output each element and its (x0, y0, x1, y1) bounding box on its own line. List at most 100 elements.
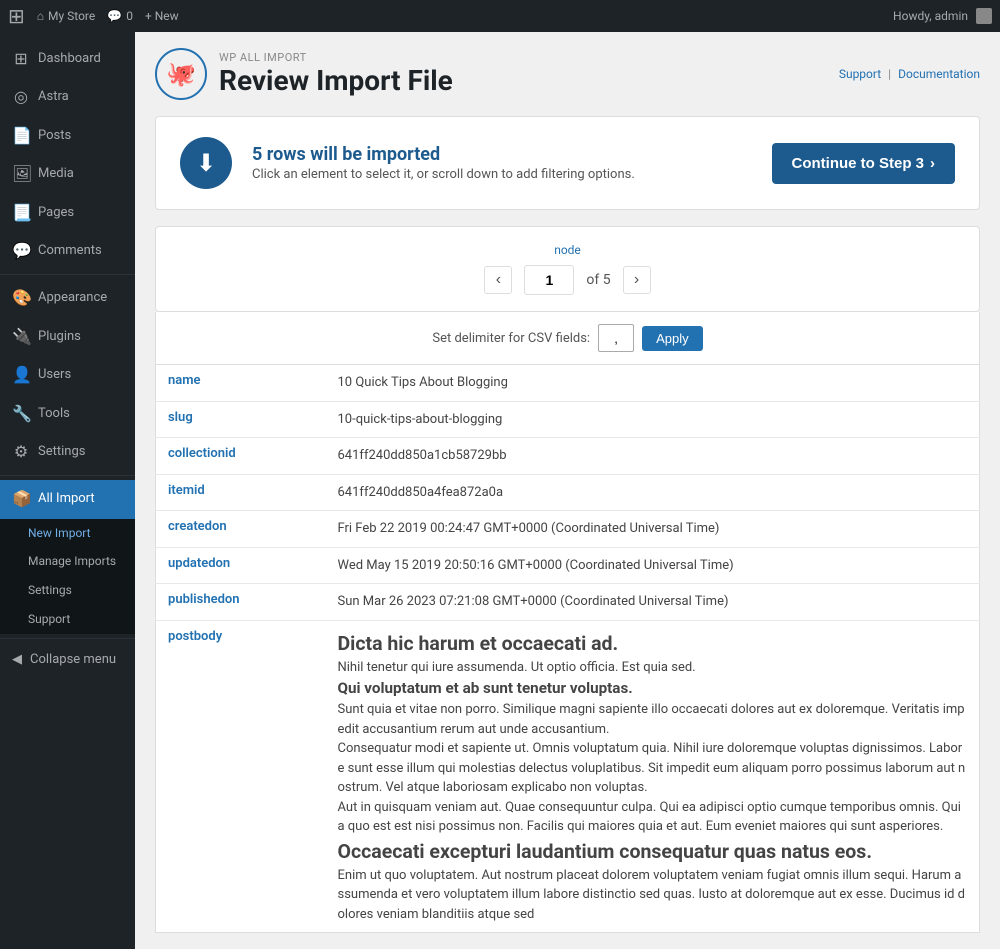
node-navigator: node ‹ of 5 › (155, 226, 980, 312)
media-icon: 🖼 (12, 163, 30, 185)
table-row: name 10 Quick Tips About Blogging (156, 365, 980, 401)
documentation-link[interactable]: Documentation (898, 67, 980, 81)
sidebar-item-comments[interactable]: 💬 Comments (0, 232, 135, 270)
field-value: Wed May 15 2019 20:50:16 GMT+0000 (Coord… (326, 547, 980, 584)
node-label: node (172, 243, 963, 257)
new-import-label: New Import (28, 525, 91, 542)
field-value: 10-quick-tips-about-blogging (326, 401, 980, 438)
comments-link[interactable]: 💬 0 (107, 9, 133, 23)
collapse-icon: ◀ (12, 651, 22, 669)
sidebar-item-label: Posts (38, 127, 71, 145)
link-separator: | (888, 67, 891, 81)
field-name[interactable]: publishedon (156, 584, 326, 621)
sidebar-item-dashboard[interactable]: ⊞ Dashboard (0, 40, 135, 78)
table-row: collectionid 641ff240dd850a1cb58729bb (156, 438, 980, 475)
delimiter-label: Set delimiter for CSV fields: (432, 331, 590, 346)
menu-separator (0, 274, 135, 275)
sidebar-item-tools[interactable]: 🔧 Tools (0, 395, 135, 433)
support-link[interactable]: Support (839, 67, 881, 81)
sidebar-item-label: All Import (38, 490, 95, 508)
sidebar-item-appearance[interactable]: 🎨 Appearance (0, 279, 135, 317)
sidebar-item-new-import[interactable]: New Import (0, 519, 135, 548)
sidebar-item-posts[interactable]: 📄 Posts (0, 117, 135, 155)
table-row: slug 10-quick-tips-about-blogging (156, 401, 980, 438)
sidebar-item-settings[interactable]: ⚙ Settings (0, 433, 135, 471)
sidebar-item-support[interactable]: Support (0, 605, 135, 634)
info-text: 5 rows will be imported Click an element… (252, 144, 752, 182)
plugin-name: Review Import File (219, 64, 453, 98)
data-table: name 10 Quick Tips About Blogging slug 1… (155, 365, 980, 933)
all-import-icon: 📦 (12, 488, 30, 510)
field-name[interactable]: createdon (156, 511, 326, 548)
import-icon-circle: ⬇ (180, 137, 232, 189)
plugin-title-area: 🐙 WP ALL IMPORT Review Import File (155, 48, 453, 100)
continue-label: Continue to Step 3 (792, 155, 925, 172)
next-arrow-icon: › (634, 271, 639, 289)
table-row: createdon Fri Feb 22 2019 00:24:47 GMT+0… (156, 511, 980, 548)
prev-node-button[interactable]: ‹ (484, 266, 512, 294)
collapse-menu-button[interactable]: ◀ Collapse menu (0, 643, 135, 677)
admin-bar: ⊞ ⌂ My Store 💬 0 + New Howdy, admin (0, 0, 1000, 32)
sidebar-item-label: Pages (38, 204, 74, 222)
sidebar-item-manage-imports[interactable]: Manage Imports (0, 547, 135, 576)
field-name[interactable]: postbody (156, 620, 326, 933)
sidebar-item-plugins[interactable]: 🔌 Plugins (0, 318, 135, 356)
info-banner: ⬇ 5 rows will be imported Click an eleme… (155, 116, 980, 210)
field-value: Sun Mar 26 2023 07:21:08 GMT+0000 (Coord… (326, 584, 980, 621)
import-settings-label: Settings (28, 582, 72, 599)
admin-avatar[interactable] (976, 8, 992, 24)
continue-arrow-icon: › (930, 155, 935, 172)
posts-icon: 📄 (12, 125, 30, 147)
node-controls: ‹ of 5 › (172, 265, 963, 295)
manage-imports-label: Manage Imports (28, 553, 116, 570)
field-value: 641ff240dd850a4fea872a0a (326, 474, 980, 511)
settings-icon: ⚙ (12, 441, 30, 463)
sidebar-item-label: Comments (38, 242, 102, 260)
plugins-icon: 🔌 (12, 326, 30, 348)
apply-delimiter-button[interactable]: Apply (642, 326, 703, 351)
download-icon: ⬇ (196, 149, 216, 177)
field-value: Fri Feb 22 2019 00:24:47 GMT+0000 (Coord… (326, 511, 980, 548)
octopus-icon: 🐙 (166, 60, 196, 88)
sidebar-item-label: Settings (38, 443, 85, 461)
field-value: 10 Quick Tips About Blogging (326, 365, 980, 401)
continue-step3-button[interactable]: Continue to Step 3 › (772, 143, 956, 184)
sidebar-item-pages[interactable]: 📃 Pages (0, 194, 135, 232)
wp-logo-icon[interactable]: ⊞ (8, 4, 25, 28)
table-body: name 10 Quick Tips About Blogging slug 1… (156, 365, 980, 933)
astra-icon: ◎ (12, 86, 30, 108)
sidebar-item-label: Appearance (38, 289, 107, 307)
field-name[interactable]: collectionid (156, 438, 326, 475)
sidebar-item-label: Plugins (38, 328, 81, 346)
collapse-menu-label: Collapse menu (30, 651, 116, 669)
users-icon: 👤 (12, 364, 30, 386)
node-input[interactable] (524, 265, 574, 295)
next-node-button[interactable]: › (623, 266, 651, 294)
sidebar-item-label: Astra (38, 88, 69, 106)
sidebar-item-import-settings[interactable]: Settings (0, 576, 135, 605)
delimiter-input[interactable] (598, 324, 634, 352)
menu-separator-2 (0, 475, 135, 476)
site-name[interactable]: ⌂ My Store (37, 9, 95, 23)
sidebar-item-users[interactable]: 👤 Users (0, 356, 135, 394)
sidebar-item-label: Media (38, 165, 74, 183)
all-import-submenu: New Import Manage Imports Settings Suppo… (0, 519, 135, 634)
import-headline: 5 rows will be imported (252, 144, 752, 165)
field-name[interactable]: updatedon (156, 547, 326, 584)
table-row: itemid 641ff240dd850a4fea872a0a (156, 474, 980, 511)
new-content-link[interactable]: + New (145, 9, 179, 23)
field-name[interactable]: name (156, 365, 326, 401)
field-name[interactable]: itemid (156, 474, 326, 511)
plugin-header: 🐙 WP ALL IMPORT Review Import File Suppo… (155, 48, 980, 100)
dashboard-icon: ⊞ (12, 48, 30, 70)
plugin-brand: WP ALL IMPORT (219, 51, 453, 64)
plugin-icon: 🐙 (155, 48, 207, 100)
sidebar-item-astra[interactable]: ◎ Astra (0, 78, 135, 116)
plugin-links: Support | Documentation (839, 67, 980, 81)
sidebar-item-all-import[interactable]: 📦 All Import (0, 480, 135, 518)
field-name[interactable]: slug (156, 401, 326, 438)
field-value: 641ff240dd850a1cb58729bb (326, 438, 980, 475)
support-label: Support (28, 611, 70, 628)
sidebar-item-media[interactable]: 🖼 Media (0, 155, 135, 193)
menu-separator-3 (0, 638, 135, 639)
